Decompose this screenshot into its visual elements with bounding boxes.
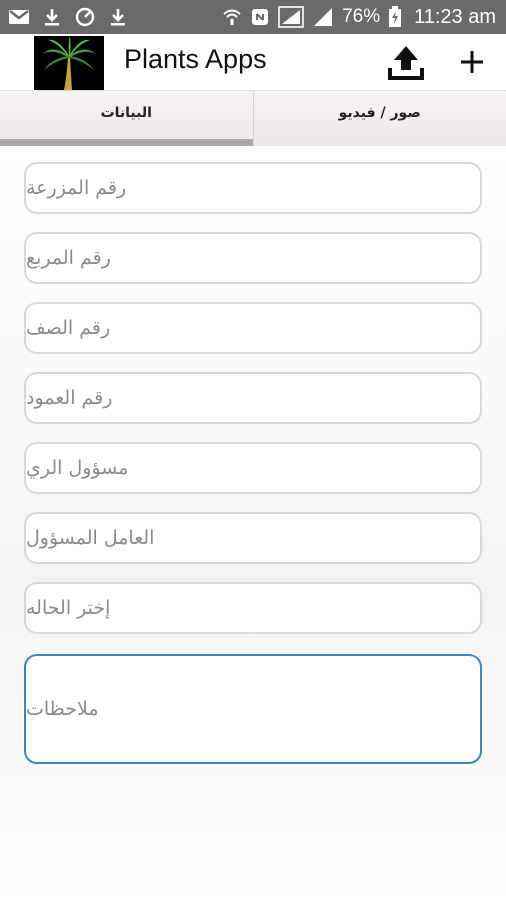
responsible-worker-field[interactable]: العامل المسؤول xyxy=(24,512,482,564)
clock: 11:23 am xyxy=(414,5,496,28)
wifi-icon xyxy=(223,9,241,25)
status-bar: 76% 11:23 am xyxy=(0,0,506,34)
download-icon xyxy=(111,9,125,26)
irrigation-officer-field[interactable]: مسؤول الري xyxy=(24,442,482,494)
battery-charging-icon xyxy=(389,6,402,27)
tab-photos-video-label: صور / فيديو xyxy=(338,105,421,121)
sync-icon xyxy=(75,7,95,27)
upload-button[interactable] xyxy=(384,40,428,84)
notes-field[interactable]: ملاحظات xyxy=(24,654,482,764)
row-number-field[interactable]: رقم الصف xyxy=(24,302,482,354)
column-number-field[interactable]: رقم العمود xyxy=(24,372,482,424)
square-number-field[interactable]: رقم المربع xyxy=(24,232,482,284)
farm-number-field[interactable]: رقم المزرعة xyxy=(24,162,482,214)
tab-photos-video[interactable]: صور / فيديو xyxy=(252,91,506,147)
add-button[interactable] xyxy=(452,40,492,84)
app-title: Plants Apps xyxy=(124,44,267,74)
signal-icon xyxy=(278,6,304,28)
download-icon xyxy=(45,9,59,26)
battery-percentage: 76% xyxy=(342,6,381,27)
tab-data-label: البيانات xyxy=(100,105,152,121)
tab-data[interactable]: البيانات xyxy=(0,91,253,147)
data-form: رقم المزرعة رقم المربع رقم الصف رقم العم… xyxy=(0,146,506,900)
status-select[interactable]: إختر الحاله xyxy=(24,582,482,634)
system-icons: 76% 11:23 am xyxy=(222,6,496,29)
nfc-icon xyxy=(252,9,269,25)
action-bar: Plants Apps xyxy=(0,34,506,90)
palm-tree-logo xyxy=(34,36,104,90)
upload-icon xyxy=(388,46,424,80)
tab-bar: البيانات صور / فيديو xyxy=(0,90,506,147)
notification-icons xyxy=(8,6,128,28)
plus-icon xyxy=(461,51,483,73)
signal-icon xyxy=(314,8,333,26)
gmail-icon xyxy=(9,10,29,24)
